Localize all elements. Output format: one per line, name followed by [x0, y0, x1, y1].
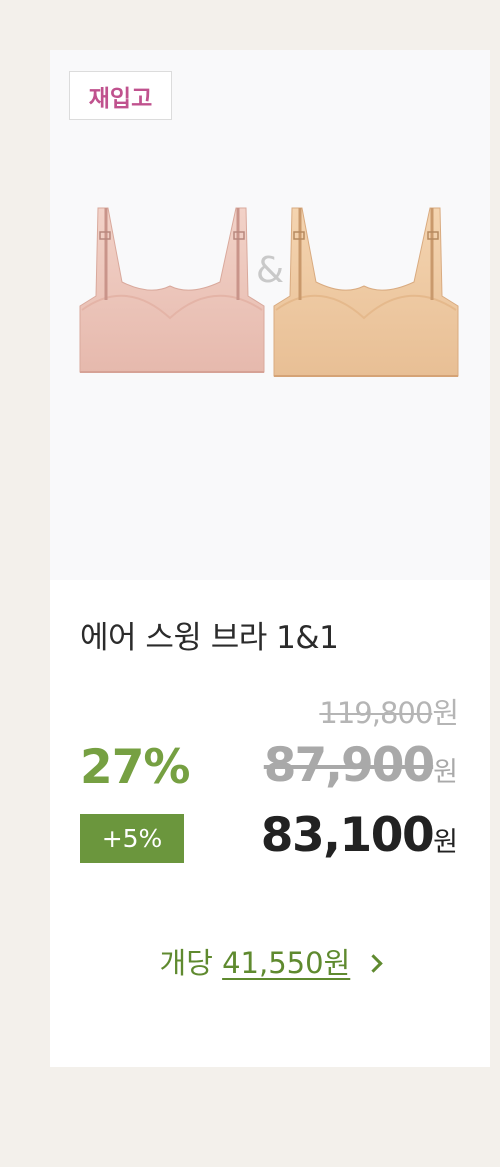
- per-unit-amount: 41,550원: [222, 946, 351, 980]
- per-unit-prefix: 개당: [159, 946, 213, 980]
- ampersand-text: &: [256, 250, 284, 291]
- per-unit-price-link[interactable]: 개당 41,550원: [50, 940, 490, 982]
- restock-badge: 재입고: [69, 71, 172, 120]
- sale-price: 87,900원: [264, 738, 458, 793]
- final-price: 83,100원: [261, 808, 458, 863]
- discount-percent: 27%: [80, 740, 190, 795]
- sale-price-value: 87,900: [263, 738, 435, 793]
- sale-price-currency: 원: [433, 757, 458, 788]
- pink-bra: [79, 207, 265, 373]
- original-price: 119,800원: [319, 690, 459, 732]
- product-title[interactable]: 에어 스윙 브라 1&1: [80, 612, 339, 657]
- product-card[interactable]: & 재입고 에어 스윙 브라 1&1 119,800원 27% 87,900원 …: [50, 50, 490, 1067]
- chevron-right-icon: [364, 954, 384, 973]
- final-price-currency: 원: [433, 827, 458, 858]
- product-image-area[interactable]: & 재입고: [50, 50, 490, 580]
- original-price-currency: 원: [432, 696, 459, 730]
- product-image: &: [79, 207, 459, 377]
- original-price-value: 119,800: [319, 696, 433, 730]
- final-price-value: 83,100: [260, 808, 435, 863]
- beige-bra: [273, 207, 459, 377]
- extra-discount-badge: +5%: [80, 814, 184, 863]
